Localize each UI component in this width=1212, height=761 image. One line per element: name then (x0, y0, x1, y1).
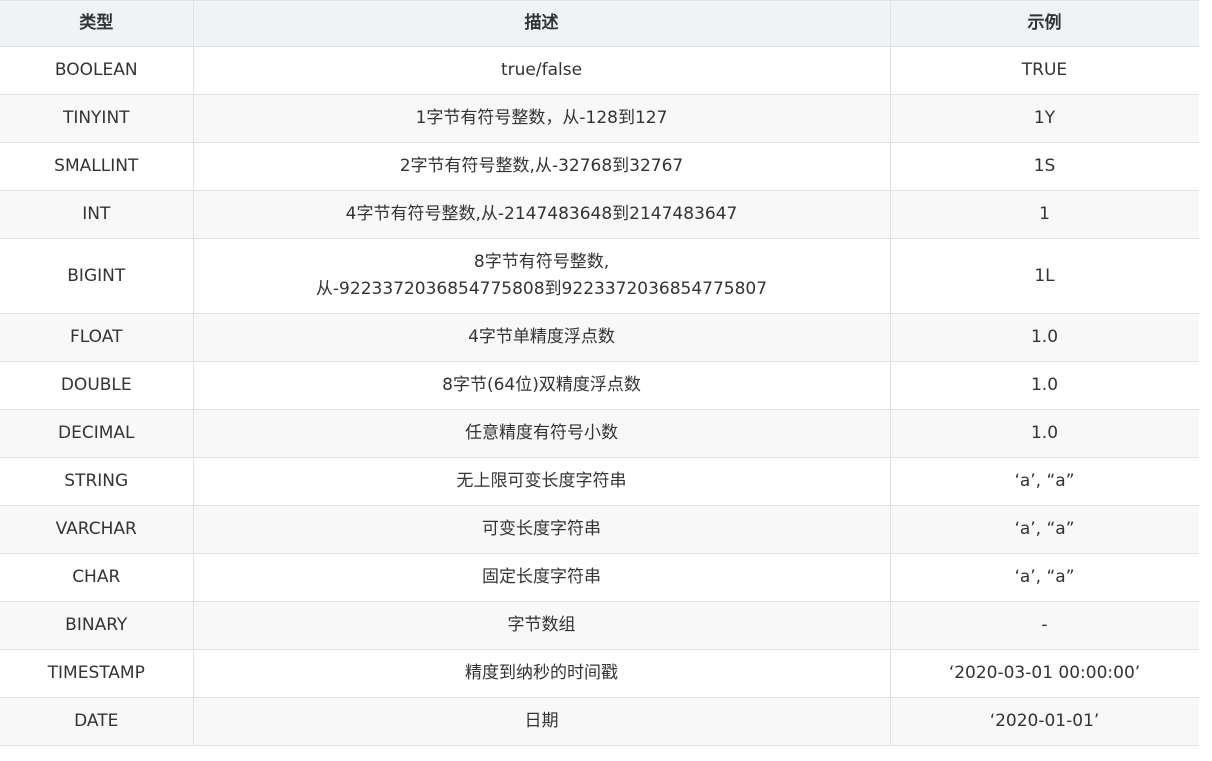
table-row: DOUBLE 8字节(64位)双精度浮点数 1.0 (0, 361, 1200, 410)
type-cell: INT (0, 190, 194, 239)
table-row: STRING 无上限可变长度字符串 ‘a’, “a” (0, 457, 1200, 506)
header-type: 类型 (0, 0, 194, 47)
description-text: 任意精度有符号小数 (465, 423, 618, 443)
example-cell: - (889, 601, 1200, 650)
data-types-table-container: 类型 描述 示例 BOOLEAN true/false TRUE TINYINT… (0, 0, 1200, 746)
table-row: CHAR 固定长度字符串 ‘a’, “a” (0, 553, 1200, 602)
type-cell: BOOLEAN (0, 46, 194, 95)
example-cell: ‘a’, “a” (889, 457, 1200, 506)
table-row: BINARY 字节数组 - (0, 601, 1200, 650)
type-cell: FLOAT (0, 313, 194, 362)
description-cell: 字节数组 (192, 601, 891, 650)
description-cell: 日期 (192, 697, 891, 746)
type-cell: CHAR (0, 553, 194, 602)
type-cell: BINARY (0, 601, 194, 650)
type-cell: DATE (0, 697, 194, 746)
table-row: BIGINT 8字节有符号整数, 从-9223372036854775808到9… (0, 238, 1200, 314)
description-cell: 4字节单精度浮点数 (192, 313, 891, 362)
example-cell: 1S (889, 142, 1200, 191)
description-cell: 2字节有符号整数,从-32768到32767 (192, 142, 891, 191)
table-row: FLOAT 4字节单精度浮点数 1.0 (0, 313, 1200, 362)
description-text: 从-9223372036854775808到922337203685477580… (315, 279, 768, 299)
data-types-table: 类型 描述 示例 BOOLEAN true/false TRUE TINYINT… (0, 0, 1200, 746)
example-cell: ‘a’, “a” (889, 505, 1200, 554)
description-text: 字节数组 (507, 615, 576, 635)
description-text: 2字节有符号整数,从-32768到32767 (399, 156, 684, 176)
type-cell: BIGINT (0, 238, 194, 314)
table-row: SMALLINT 2字节有符号整数,从-32768到32767 1S (0, 142, 1200, 191)
description-text: 8字节(64位)双精度浮点数 (442, 375, 641, 395)
example-cell: 1.0 (889, 313, 1200, 362)
description-text: true/false (500, 60, 583, 80)
description-cell: true/false (192, 46, 891, 95)
type-cell: SMALLINT (0, 142, 194, 191)
example-cell: 1 (889, 190, 1200, 239)
description-text: 日期 (524, 711, 559, 731)
type-cell: DECIMAL (0, 409, 194, 458)
type-cell: VARCHAR (0, 505, 194, 554)
description-text: 4字节单精度浮点数 (468, 327, 615, 347)
description-cell: 可变长度字符串 (192, 505, 891, 554)
table-header-row: 类型 描述 示例 (0, 0, 1200, 47)
table-row: VARCHAR 可变长度字符串 ‘a’, “a” (0, 505, 1200, 554)
table-row: BOOLEAN true/false TRUE (0, 46, 1200, 95)
example-cell: ‘2020-03-01 00:00:00’ (889, 649, 1200, 698)
description-text: 8字节有符号整数, (473, 252, 610, 272)
example-cell: 1Y (889, 94, 1200, 143)
type-cell: DOUBLE (0, 361, 194, 410)
example-cell: ‘a’, “a” (889, 553, 1200, 602)
table-row: TIMESTAMP 精度到纳秒的时间戳 ‘2020-03-01 00:00:00… (0, 649, 1200, 698)
description-cell: 8字节(64位)双精度浮点数 (192, 361, 891, 410)
type-cell: TIMESTAMP (0, 649, 194, 698)
description-text: 无上限可变长度字符串 (456, 471, 627, 491)
table-row: DATE 日期 ‘2020-01-01’ (0, 697, 1200, 746)
description-text: 4字节有符号整数,从-2147483648到2147483647 (345, 204, 738, 224)
description-text: 精度到纳秒的时间戳 (465, 663, 618, 683)
description-text: 固定长度字符串 (482, 567, 601, 587)
type-cell: TINYINT (0, 94, 194, 143)
table-row: INT 4字节有符号整数,从-2147483648到2147483647 1 (0, 190, 1200, 239)
description-cell: 4字节有符号整数,从-2147483648到2147483647 (192, 190, 891, 239)
description-cell: 1字节有符号整数，从-128到127 (192, 94, 891, 143)
description-text: 可变长度字符串 (482, 519, 601, 539)
table-row: DECIMAL 任意精度有符号小数 1.0 (0, 409, 1200, 458)
description-cell: 任意精度有符号小数 (192, 409, 891, 458)
description-text: 1字节有符号整数，从-128到127 (415, 108, 668, 128)
description-cell: 精度到纳秒的时间戳 (192, 649, 891, 698)
example-cell: 1L (889, 238, 1200, 314)
example-cell: 1.0 (889, 409, 1200, 458)
table-row: TINYINT 1字节有符号整数，从-128到127 1Y (0, 94, 1200, 143)
example-cell: 1.0 (889, 361, 1200, 410)
description-cell: 无上限可变长度字符串 (192, 457, 891, 506)
type-cell: STRING (0, 457, 194, 506)
description-cell: 固定长度字符串 (192, 553, 891, 602)
example-cell: ‘2020-01-01’ (889, 697, 1200, 746)
header-description: 描述 (192, 0, 891, 47)
header-example: 示例 (889, 0, 1200, 47)
description-cell: 8字节有符号整数, 从-9223372036854775808到92233720… (192, 238, 891, 314)
example-cell: TRUE (889, 46, 1200, 95)
page-margin (1199, 0, 1212, 761)
